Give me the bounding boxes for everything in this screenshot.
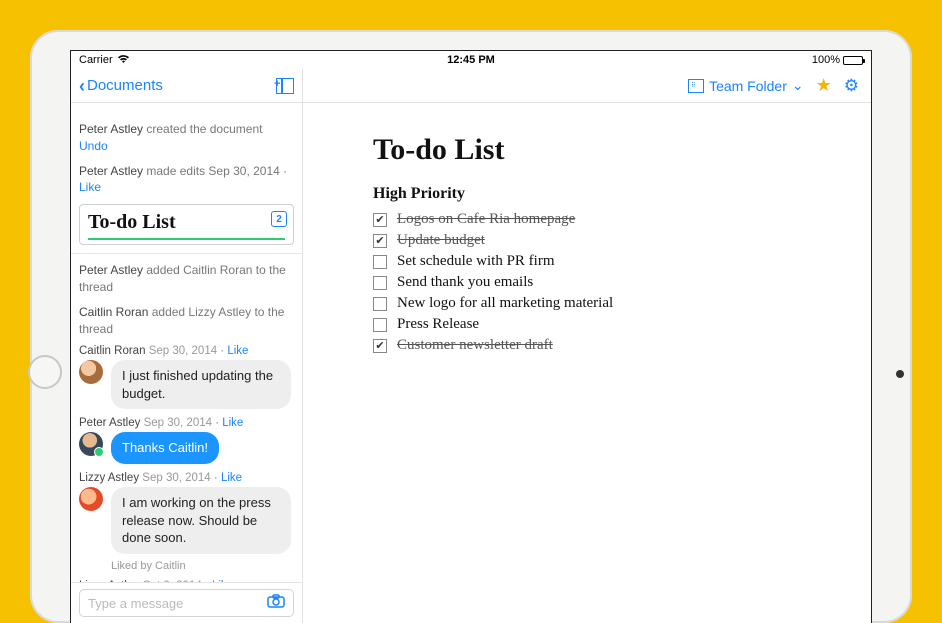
checkbox-icon[interactable]: ✔ xyxy=(373,234,387,248)
battery-percent: 100% xyxy=(812,54,840,66)
avatar[interactable] xyxy=(79,360,103,384)
undo-link[interactable]: Undo xyxy=(79,139,108,153)
title-underline xyxy=(88,238,285,240)
todo-item[interactable]: New logo for all marketing material xyxy=(373,295,851,312)
todo-text: Logos on Cafe Ria homepage xyxy=(397,211,575,228)
message-date: Sep 30, 2014 xyxy=(144,417,212,429)
message-bubble[interactable]: Thanks Caitlin! xyxy=(111,432,219,464)
app-screen: Carrier 12:45 PM 100% ‹ Documents xyxy=(70,50,872,623)
chevron-left-icon: ‹ xyxy=(79,77,85,95)
gear-icon[interactable]: ⚙ xyxy=(844,76,859,96)
todo-item[interactable]: Press Release xyxy=(373,316,851,333)
todo-item[interactable]: ✔ Logos on Cafe Ria homepage xyxy=(373,211,851,228)
message-date: Sep 30, 2014 xyxy=(149,345,217,357)
todo-text: Send thank you emails xyxy=(397,274,533,291)
activity-line: Peter Astley made edits Sep 30, 2014 · L… xyxy=(79,163,294,197)
divider xyxy=(71,253,302,254)
battery-icon xyxy=(843,56,863,65)
message-bubble[interactable]: I am working on the press release now. S… xyxy=(111,487,291,554)
ipad-frame: Carrier 12:45 PM 100% ‹ Documents xyxy=(30,30,912,623)
document-pane[interactable]: To-do List High Priority ✔ Logos on Cafe … xyxy=(303,103,871,623)
avatar[interactable] xyxy=(79,487,103,511)
document-title-card[interactable]: To-do List 2 xyxy=(79,204,294,245)
checkbox-icon[interactable] xyxy=(373,255,387,269)
message-author: Caitlin Roran xyxy=(79,345,145,357)
checkbox-icon[interactable]: ✔ xyxy=(373,339,387,353)
todo-item[interactable]: Set schedule with PR firm xyxy=(373,253,851,270)
message-meta: Caitlin Roran Sep 30, 2014 · Like xyxy=(79,345,294,357)
todo-item[interactable]: Send thank you emails xyxy=(373,274,851,291)
toolbar: ‹ Documents Team Folder ⌄ ★ ⚙ xyxy=(71,69,871,103)
back-button[interactable]: ‹ Documents xyxy=(79,77,163,95)
thread-add-line: Caitlin Roran added Lizzy Astley to the … xyxy=(79,304,294,338)
status-bar: Carrier 12:45 PM 100% xyxy=(71,51,871,69)
page-title: To-do List xyxy=(373,133,851,167)
comment-count-badge[interactable]: 2 xyxy=(271,211,287,227)
like-link[interactable]: Like xyxy=(221,472,242,484)
todo-text: Press Release xyxy=(397,316,479,333)
folder-button[interactable]: Team Folder ⌄ xyxy=(688,77,804,94)
todo-item[interactable]: ✔ Update budget xyxy=(373,232,851,249)
checkbox-icon[interactable] xyxy=(373,297,387,311)
activity-date: Sep 30, 2014 xyxy=(208,164,279,178)
star-icon[interactable]: ★ xyxy=(816,75,832,96)
activity-feed[interactable]: Peter Astley created the document Undo P… xyxy=(71,103,302,582)
message-row: I am working on the press release now. S… xyxy=(79,487,294,554)
thread-add-line: Peter Astley added Caitlin Roran to the … xyxy=(79,262,294,296)
todo-text: Update budget xyxy=(397,232,485,249)
camera-dot xyxy=(896,370,904,378)
carrier-label: Carrier xyxy=(79,54,113,66)
activity-actor: Caitlin Roran xyxy=(79,305,148,319)
chevron-down-icon: ⌄ xyxy=(792,77,804,94)
checkbox-icon[interactable] xyxy=(373,318,387,332)
message-date: Sep 30, 2014 xyxy=(142,472,210,484)
activity-verb: created the document xyxy=(146,122,262,136)
liked-by-label: Liked by Caitlin xyxy=(111,560,294,572)
folder-label: Team Folder xyxy=(709,78,787,94)
document-title-preview: To-do List xyxy=(88,211,285,234)
message-placeholder: Type a message xyxy=(88,596,183,611)
camera-icon[interactable] xyxy=(267,594,285,613)
todo-text: New logo for all marketing material xyxy=(397,295,613,312)
todo-item[interactable]: ✔ Customer newsletter draft xyxy=(373,337,851,354)
content: Peter Astley created the document Undo P… xyxy=(71,103,871,623)
toggle-sidebar-icon[interactable] xyxy=(276,78,294,94)
todo-text: Customer newsletter draft xyxy=(397,337,553,354)
message-author: Peter Astley xyxy=(79,417,140,429)
people-folder-icon xyxy=(688,79,704,93)
wifi-icon xyxy=(117,54,130,67)
activity-line: Peter Astley created the document Undo xyxy=(79,121,294,155)
message-bubble[interactable]: I just finished updating the budget. xyxy=(111,360,291,409)
message-row: Thanks Caitlin! xyxy=(79,432,294,464)
home-button[interactable] xyxy=(28,355,62,389)
todo-text: Set schedule with PR firm xyxy=(397,253,555,270)
avatar[interactable] xyxy=(79,432,103,456)
like-link[interactable]: Like xyxy=(227,345,248,357)
message-author: Lizzy Astley xyxy=(79,472,139,484)
sidebar: Peter Astley created the document Undo P… xyxy=(71,103,303,623)
section-heading: High Priority xyxy=(373,185,851,203)
like-link[interactable]: Like xyxy=(79,180,101,194)
like-link[interactable]: Like xyxy=(222,417,243,429)
activity-actor: Peter Astley xyxy=(79,164,143,178)
checkbox-icon[interactable] xyxy=(373,276,387,290)
clock: 12:45 PM xyxy=(340,54,601,66)
compose-bar: Type a message xyxy=(71,582,302,623)
message-meta: Lizzy Astley Sep 30, 2014 · Like xyxy=(79,472,294,484)
message-meta: Peter Astley Sep 30, 2014 · Like xyxy=(79,417,294,429)
message-row: I just finished updating the budget. xyxy=(79,360,294,409)
message-input[interactable]: Type a message xyxy=(79,589,294,617)
activity-actor: Peter Astley xyxy=(79,263,143,277)
back-label: Documents xyxy=(87,77,163,94)
checkbox-icon[interactable]: ✔ xyxy=(373,213,387,227)
activity-verb: made edits xyxy=(146,164,205,178)
activity-actor: Peter Astley xyxy=(79,122,143,136)
